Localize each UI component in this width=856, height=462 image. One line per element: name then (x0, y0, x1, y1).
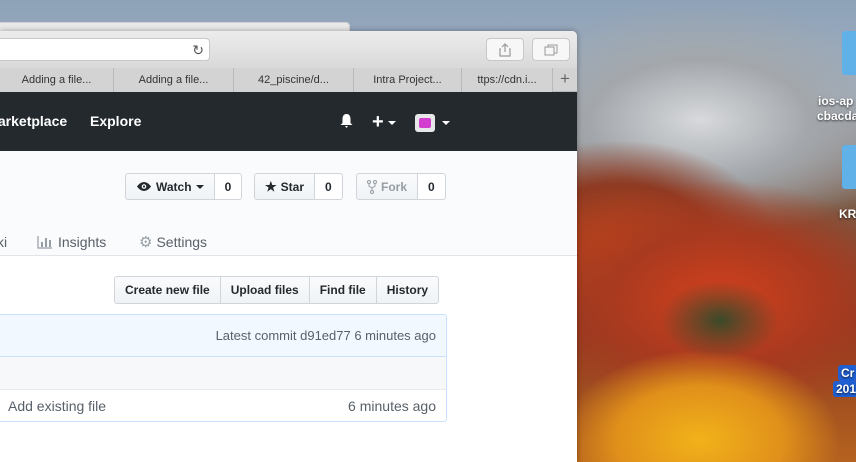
file-list: Latest commit d91ed77 6 minutes ago Add … (0, 314, 447, 422)
latest-commit-text[interactable]: Latest commit d91ed77 6 minutes ago (216, 328, 436, 343)
gear-icon: ⚙ (139, 234, 153, 251)
tab-settings-label: Settings (156, 234, 208, 250)
file-list-row (0, 357, 446, 390)
wallpaper-forest (660, 280, 780, 360)
tab-wiki-label: ki (0, 234, 8, 250)
tab-wiki[interactable]: ki (0, 228, 7, 256)
nav-explore[interactable]: Explore (90, 92, 141, 151)
find-file-button[interactable]: Find file (309, 276, 377, 304)
chevron-down-icon (442, 121, 450, 126)
share-icon (499, 42, 511, 57)
fork-group: Fork 0 (356, 173, 446, 200)
graph-icon (37, 236, 52, 249)
desktop-label-cr-2[interactable]: 201 (833, 381, 856, 397)
tab-5[interactable]: ttps://cdn.i... (462, 68, 553, 92)
fork-button[interactable]: Fork (356, 173, 419, 200)
table-row[interactable]: Add existing file 6 minutes ago (0, 390, 446, 421)
desktop-folder-icon[interactable] (842, 31, 856, 75)
repo-header: Watch 0 ★ Star 0 Fork 0 ki Insights ⚙ Se… (0, 151, 577, 256)
chevron-down-icon (387, 120, 396, 125)
tab-3[interactable]: 42_piscine/d... (234, 68, 354, 92)
chevron-down-icon (195, 184, 204, 189)
tab-insights[interactable]: Insights (37, 228, 106, 256)
eye-icon (137, 182, 151, 191)
watch-label: Watch (156, 179, 192, 194)
fork-icon (367, 179, 377, 194)
nav-marketplace[interactable]: larketplace (0, 92, 67, 151)
avatar[interactable] (415, 114, 435, 132)
tab-4[interactable]: Intra Project... (354, 68, 462, 92)
star-group: ★ Star 0 (254, 173, 343, 200)
avatar-dropdown[interactable] (438, 114, 450, 130)
share-button[interactable] (486, 38, 524, 61)
latest-commit-bar: Latest commit d91ed77 6 minutes ago (0, 315, 446, 357)
fork-count[interactable]: 0 (418, 173, 446, 200)
star-icon: ★ (265, 178, 277, 194)
tab-2[interactable]: Adding a file... (114, 68, 234, 92)
desktop-label-ios[interactable]: ios-ap (818, 94, 853, 108)
tabs-overview-button[interactable] (532, 38, 570, 61)
desktop-folder-icon[interactable] (842, 145, 856, 189)
new-tab-button[interactable]: + (553, 68, 577, 92)
star-label: Star (280, 179, 304, 194)
tab-1[interactable]: Adding a file... (0, 68, 114, 92)
bell-icon[interactable] (339, 113, 354, 132)
desktop-label-ios-2[interactable]: cbacda (817, 109, 856, 123)
address-bar[interactable]: ↻ (0, 38, 210, 61)
desktop-label-cr[interactable]: Cr (838, 365, 856, 381)
watch-button[interactable]: Watch (125, 173, 215, 200)
commit-message[interactable]: Add existing file (8, 398, 106, 414)
github-header: larketplace Explore + (0, 92, 577, 151)
tab-insights-label: Insights (58, 234, 107, 250)
upload-files-button[interactable]: Upload files (220, 276, 310, 304)
tabs-icon (544, 44, 558, 55)
desktop-label-kr[interactable]: KR (839, 207, 856, 221)
create-new-file-button[interactable]: Create new file (114, 276, 221, 304)
fork-label: Fork (381, 179, 408, 194)
history-button[interactable]: History (376, 276, 440, 304)
watch-group: Watch 0 (125, 173, 243, 200)
watch-count[interactable]: 0 (214, 173, 243, 200)
reload-icon[interactable]: ↻ (192, 42, 204, 59)
tab-bar: Adding a file... Adding a file... 42_pis… (0, 68, 577, 92)
browser-toolbar: ↻ (0, 31, 577, 68)
commit-age: 6 minutes ago (348, 398, 436, 414)
star-count[interactable]: 0 (315, 173, 343, 200)
star-button[interactable]: ★ Star (254, 173, 315, 200)
plus-icon[interactable]: + (372, 111, 396, 134)
file-actions: Create new file Upload files Find file H… (114, 276, 440, 304)
tab-settings[interactable]: ⚙ Settings (139, 228, 207, 256)
